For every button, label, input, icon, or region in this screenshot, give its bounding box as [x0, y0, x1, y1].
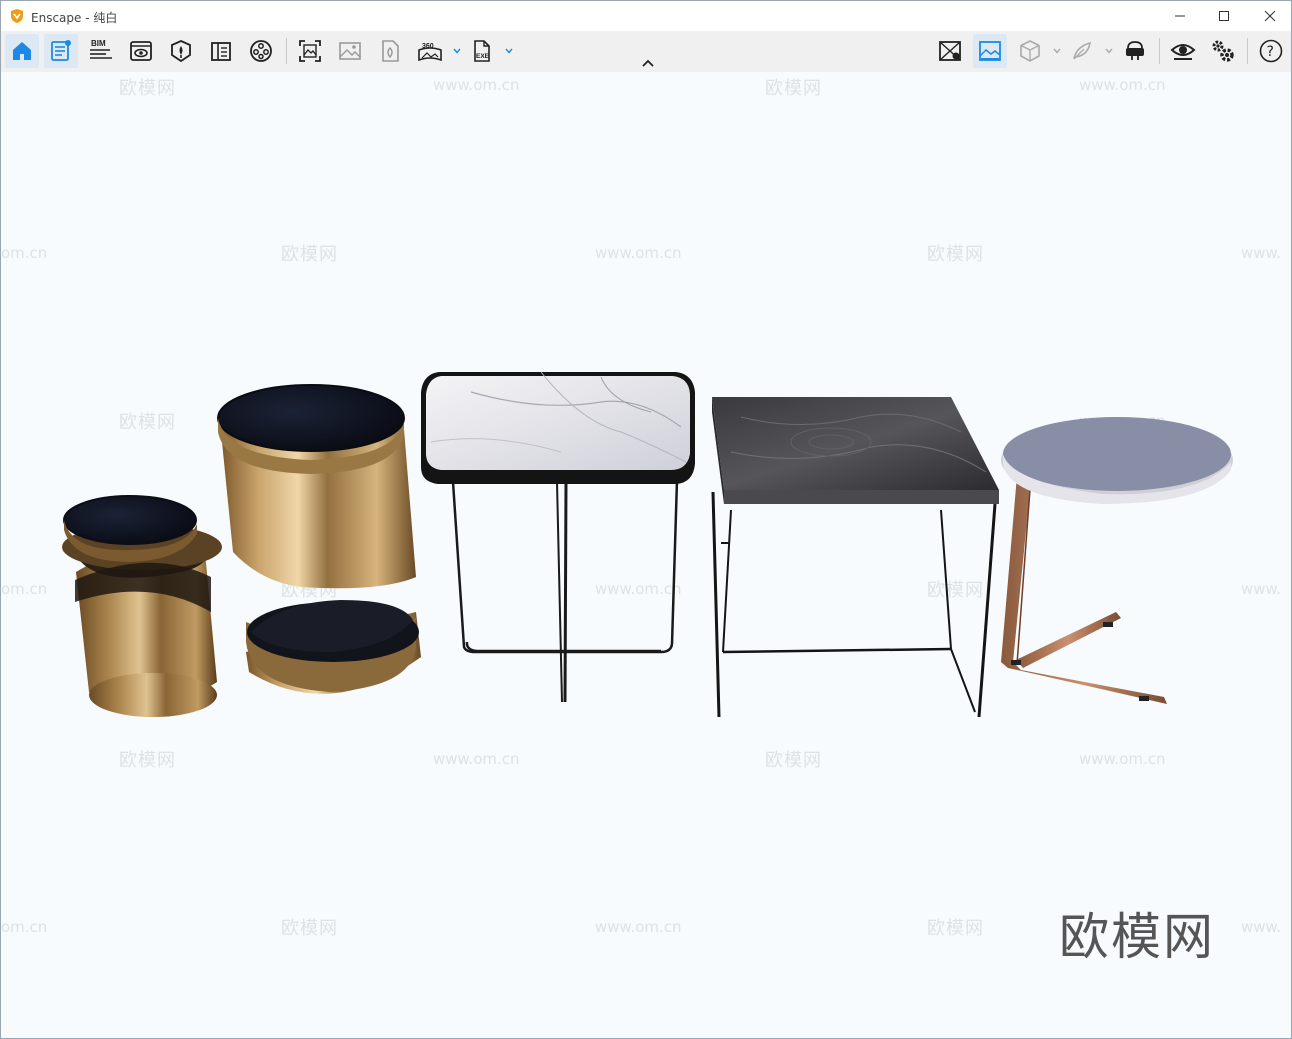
- app-window: Enscape - 纯白 BIM 360 EXE ? 欧模网 www.om.cn…: [0, 0, 1292, 1039]
- maximize-button[interactable]: [1201, 1, 1247, 31]
- svg-text:?: ?: [1267, 44, 1274, 60]
- material-editor-button[interactable]: [204, 34, 238, 68]
- vr-headset-icon: [1126, 41, 1144, 60]
- feather-button[interactable]: [1065, 34, 1099, 68]
- settings-icon: [1212, 40, 1234, 62]
- toolbar-separator: [286, 38, 287, 64]
- visual-settings-icon: [130, 41, 152, 61]
- render-screenshot-icon: [299, 40, 321, 62]
- help-icon: ?: [1259, 39, 1283, 63]
- panorama-360-icon: 360: [418, 43, 442, 62]
- video-editor-icon: [250, 40, 272, 62]
- enscape-logo-icon: [9, 8, 25, 24]
- export-exe-button[interactable]: EXE: [465, 34, 499, 68]
- collapse-toolbar-chevron-up-icon[interactable]: [640, 57, 656, 69]
- views-icon: [939, 41, 961, 61]
- panorama-360-button[interactable]: 360: [413, 34, 447, 68]
- home-icon: [13, 42, 31, 60]
- eye-visibility-button[interactable]: [1166, 34, 1200, 68]
- help-button[interactable]: ?: [1254, 34, 1288, 68]
- project-notes-button[interactable]: [44, 34, 78, 68]
- eye-visibility-icon: [1170, 44, 1196, 60]
- furniture-render: [62, 371, 1233, 718]
- export-dropdown-chevron-icon[interactable]: [504, 46, 514, 56]
- settings-button[interactable]: [1206, 34, 1240, 68]
- views-button[interactable]: [933, 34, 967, 68]
- export-web-icon: [382, 40, 399, 62]
- minimize-button[interactable]: [1157, 1, 1203, 31]
- asset-library-button[interactable]: [164, 34, 198, 68]
- capture-image-icon: [979, 41, 1001, 61]
- round-c-side-table[interactable]: [1001, 417, 1233, 704]
- close-button[interactable]: [1247, 1, 1291, 31]
- material-editor-icon: [211, 42, 231, 61]
- asset-library-icon: [171, 40, 191, 63]
- bim-button[interactable]: BIM: [84, 34, 118, 68]
- window-title: Enscape - 纯白: [31, 11, 118, 25]
- home-button[interactable]: [5, 34, 39, 68]
- vr-headset-button[interactable]: [1118, 34, 1152, 68]
- marble-top-side-table[interactable]: [421, 371, 695, 703]
- small-bronze-stool[interactable]: [62, 495, 222, 717]
- render-screenshot-button[interactable]: [293, 34, 327, 68]
- toolbar-separator: [1159, 38, 1160, 64]
- project-notes-icon: [51, 40, 71, 61]
- bim-icon: BIM: [90, 39, 112, 59]
- svg-text:BIM: BIM: [91, 39, 106, 48]
- batch-render-icon: [339, 42, 361, 60]
- export-web-button[interactable]: [373, 34, 407, 68]
- orthographic-view-button[interactable]: [1013, 34, 1047, 68]
- feather-dropdown-chevron-icon[interactable]: [1104, 46, 1114, 56]
- orthographic-view-icon: [1020, 40, 1040, 62]
- video-editor-button[interactable]: [244, 34, 278, 68]
- svg-text:EXE: EXE: [476, 53, 490, 60]
- export-exe-icon: EXE: [474, 40, 490, 62]
- render-viewport[interactable]: 欧模网 www.om.cn 欧模网 www.om.cn om.cn 欧模网 ww…: [1, 72, 1291, 1038]
- title-bar: Enscape - 纯白: [1, 1, 1291, 31]
- panorama-dropdown-chevron-icon[interactable]: [452, 46, 462, 56]
- capture-image-button[interactable]: [973, 34, 1007, 68]
- batch-render-button[interactable]: [333, 34, 367, 68]
- toolbar-separator: [1247, 38, 1248, 64]
- visual-settings-button[interactable]: [124, 34, 158, 68]
- ortho-dropdown-chevron-icon[interactable]: [1052, 46, 1062, 56]
- dark-wood-side-table[interactable]: [711, 397, 999, 718]
- tall-bronze-stool[interactable]: [217, 384, 421, 694]
- feather-icon: [1073, 41, 1091, 60]
